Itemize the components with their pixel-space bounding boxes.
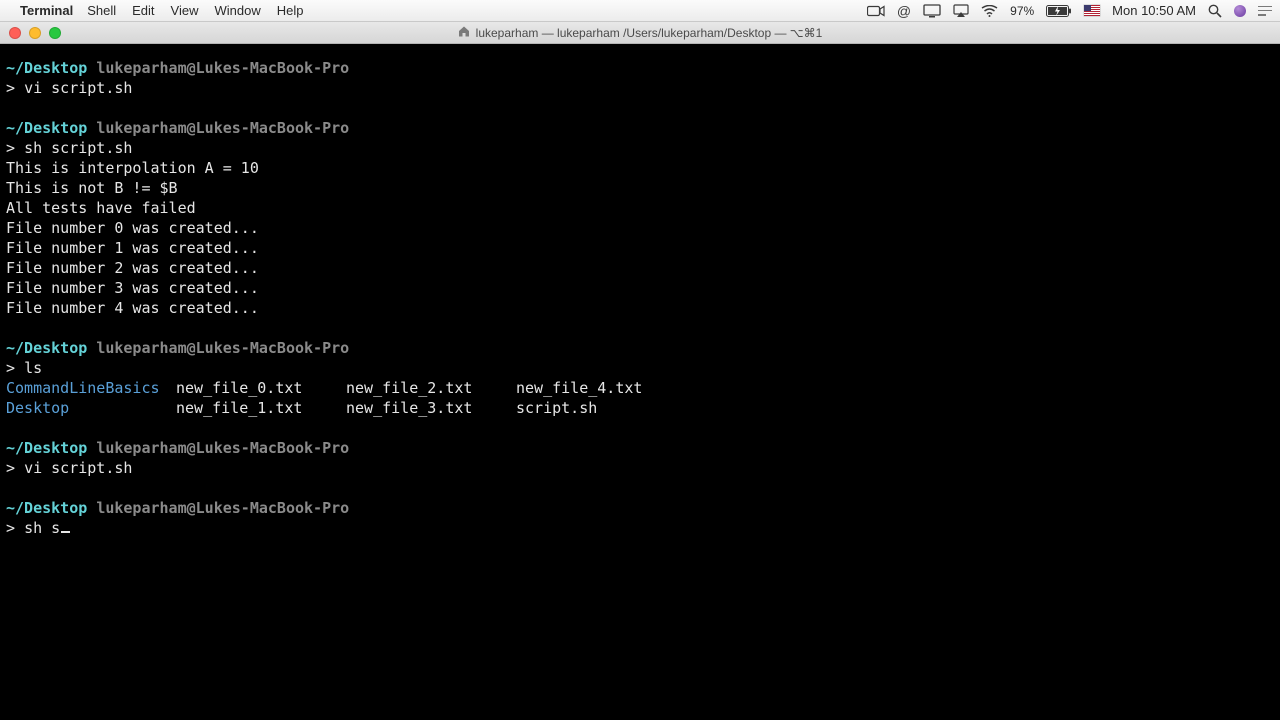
prompt-symbol: >: [6, 359, 15, 377]
traffic-lights: [9, 27, 61, 39]
prompt-user: lukeparham@Lukes-MacBook-Pro: [96, 59, 349, 77]
prompt-symbol: >: [6, 519, 15, 537]
command-text: vi script.sh: [24, 79, 132, 97]
prompt-user: lukeparham@Lukes-MacBook-Pro: [96, 439, 349, 457]
display-icon[interactable]: [923, 4, 941, 18]
ls-entry: new_file_4.txt: [516, 378, 686, 398]
terminal-block: ~/Desktop lukeparham@Lukes-MacBook-Pro> …: [6, 338, 1274, 418]
notifications-icon[interactable]: [1258, 6, 1272, 16]
prompt-symbol: >: [6, 139, 15, 157]
current-command-input[interactable]: sh s: [24, 519, 60, 537]
output-line: File number 3 was created...: [6, 278, 1274, 298]
close-window-button[interactable]: [9, 27, 21, 39]
ls-entry: new_file_2.txt: [346, 378, 516, 398]
prompt-path: ~/Desktop: [6, 339, 87, 357]
terminal-block: ~/Desktop lukeparham@Lukes-MacBook-Pro> …: [6, 118, 1274, 318]
at-icon[interactable]: @: [897, 3, 911, 19]
siri-icon[interactable]: [1234, 5, 1246, 17]
ls-entry: CommandLineBasics: [6, 378, 176, 398]
airplay-icon[interactable]: [953, 4, 969, 18]
menubar-right: @ 97% Mon 10:50 AM: [855, 3, 1272, 19]
menu-edit[interactable]: Edit: [132, 3, 154, 18]
terminal-block: ~/Desktop lukeparham@Lukes-MacBook-Pro> …: [6, 498, 1274, 538]
terminal-block: ~/Desktop lukeparham@Lukes-MacBook-Pro> …: [6, 58, 1274, 98]
prompt-user: lukeparham@Lukes-MacBook-Pro: [96, 339, 349, 357]
command-text: sh script.sh: [24, 139, 132, 157]
clock[interactable]: Mon 10:50 AM: [1112, 3, 1196, 18]
menu-shell[interactable]: Shell: [87, 3, 116, 18]
ls-row: CommandLineBasicsnew_file_0.txtnew_file_…: [6, 378, 1274, 398]
output-line: This is not B != $B: [6, 178, 1274, 198]
menu-help[interactable]: Help: [277, 3, 304, 18]
window-title: lukeparham — lukeparham /Users/lukeparha…: [0, 26, 1280, 40]
input-source-flag-icon[interactable]: [1084, 5, 1100, 16]
prompt-symbol: >: [6, 79, 15, 97]
prompt-path: ~/Desktop: [6, 439, 87, 457]
output-line: This is interpolation A = 10: [6, 158, 1274, 178]
menu-view[interactable]: View: [171, 3, 199, 18]
app-menu[interactable]: Terminal: [20, 3, 73, 18]
ls-entry: Desktop: [6, 398, 176, 418]
ls-row: Desktopnew_file_1.txtnew_file_3.txtscrip…: [6, 398, 1274, 418]
battery-icon[interactable]: [1046, 5, 1072, 17]
output-line: File number 2 was created...: [6, 258, 1274, 278]
output-line: File number 1 was created...: [6, 238, 1274, 258]
facetime-icon[interactable]: [867, 5, 885, 17]
spotlight-icon[interactable]: [1208, 4, 1222, 18]
home-folder-icon: [458, 26, 470, 40]
ls-entry: new_file_1.txt: [176, 398, 346, 418]
menubar-left: Terminal Shell Edit View Window Help: [10, 3, 320, 18]
ls-entry: script.sh: [516, 398, 686, 418]
ls-entry: new_file_0.txt: [176, 378, 346, 398]
window-title-text: lukeparham — lukeparham /Users/lukeparha…: [476, 26, 823, 40]
prompt-path: ~/Desktop: [6, 499, 87, 517]
prompt-user: lukeparham@Lukes-MacBook-Pro: [96, 499, 349, 517]
prompt-path: ~/Desktop: [6, 119, 87, 137]
prompt-user: lukeparham@Lukes-MacBook-Pro: [96, 119, 349, 137]
window-titlebar: lukeparham — lukeparham /Users/lukeparha…: [0, 22, 1280, 44]
terminal-block: ~/Desktop lukeparham@Lukes-MacBook-Pro> …: [6, 438, 1274, 478]
text-cursor: [61, 531, 70, 533]
output-line: File number 0 was created...: [6, 218, 1274, 238]
output-line: File number 4 was created...: [6, 298, 1274, 318]
output-line: All tests have failed: [6, 198, 1274, 218]
command-text: ls: [24, 359, 42, 377]
prompt-symbol: >: [6, 459, 15, 477]
minimize-window-button[interactable]: [29, 27, 41, 39]
zoom-window-button[interactable]: [49, 27, 61, 39]
menu-window[interactable]: Window: [215, 3, 261, 18]
prompt-path: ~/Desktop: [6, 59, 87, 77]
battery-percentage: 97%: [1010, 4, 1034, 18]
ls-entry: new_file_3.txt: [346, 398, 516, 418]
macos-menubar: Terminal Shell Edit View Window Help @ 9…: [0, 0, 1280, 22]
terminal-viewport[interactable]: ~/Desktop lukeparham@Lukes-MacBook-Pro> …: [0, 44, 1280, 720]
wifi-icon[interactable]: [981, 5, 998, 17]
command-text: vi script.sh: [24, 459, 132, 477]
